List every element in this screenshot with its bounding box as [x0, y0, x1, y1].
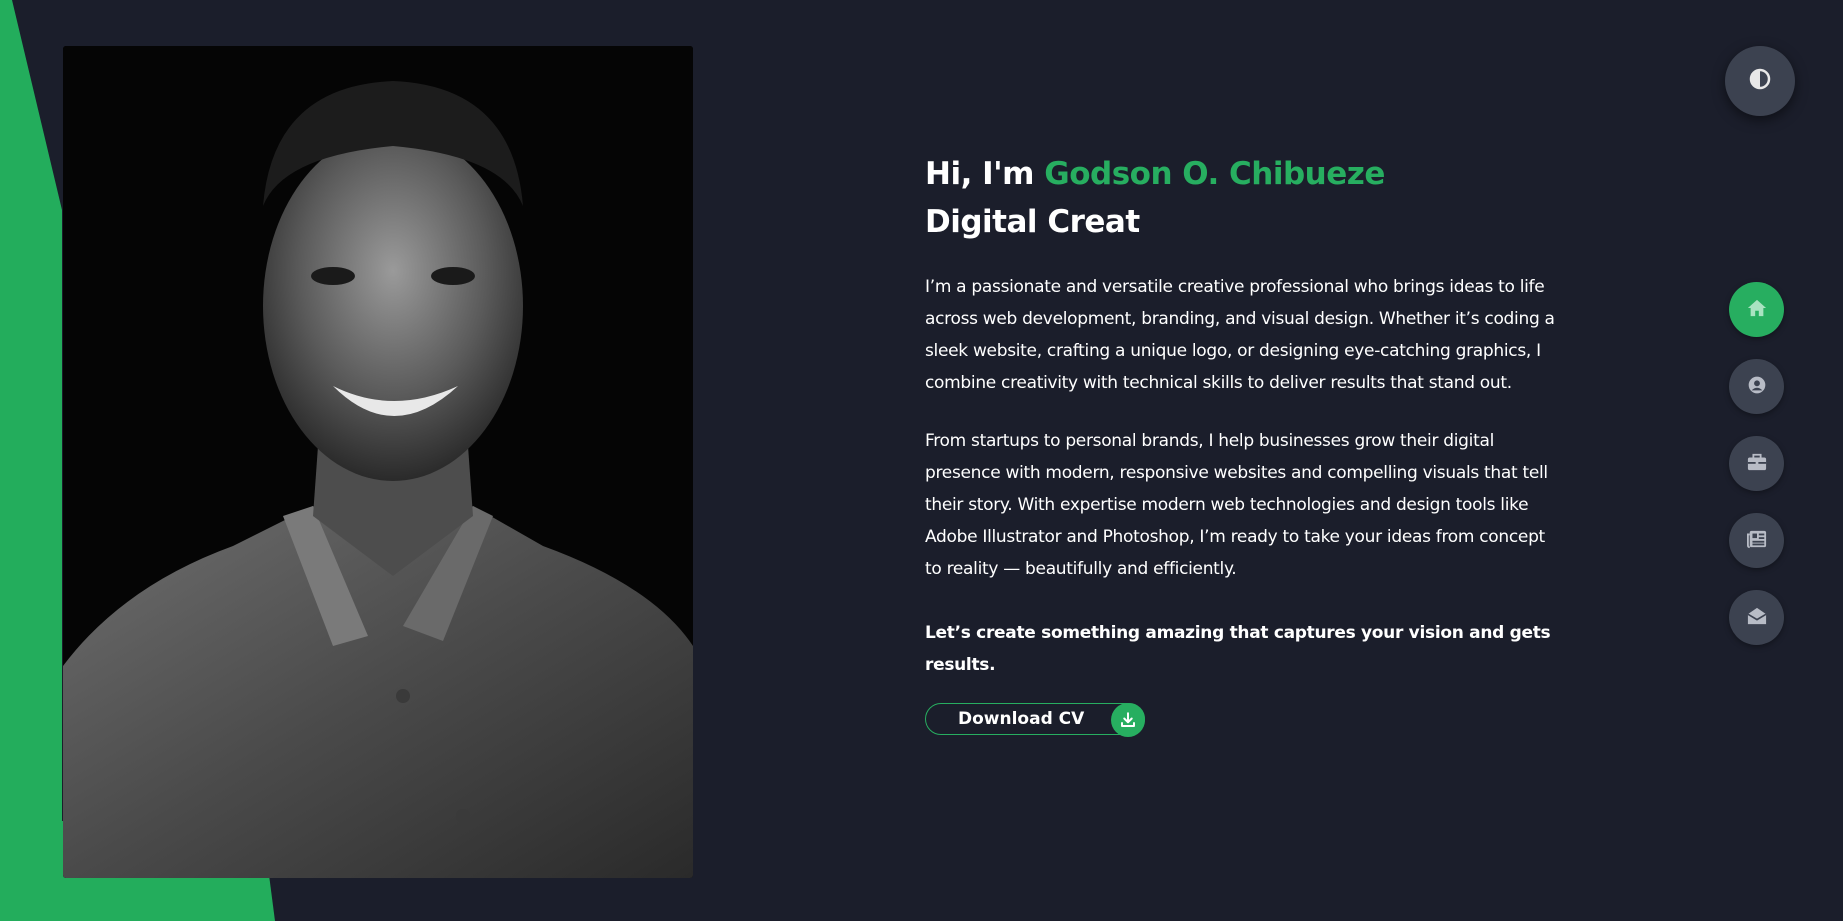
role-text: Digital Creat [925, 204, 1140, 240]
hero-content: Hi, I'm Godson O. Chibueze Digital Creat… [925, 150, 1565, 737]
greeting-text: Hi, I'm [925, 156, 1045, 192]
download-cv-button[interactable]: Download CV [925, 703, 1145, 737]
download-icon [1111, 703, 1145, 737]
user-icon [1747, 375, 1767, 399]
nav-item-contact[interactable] [1729, 590, 1784, 645]
nav-item-about[interactable] [1729, 359, 1784, 414]
services-paragraph: From startups to personal brands, I help… [925, 431, 1548, 579]
hero-heading: Hi, I'm Godson O. Chibueze Digital Creat [925, 150, 1565, 246]
tagline-text: Let’s create something amazing that capt… [925, 623, 1551, 675]
contrast-icon [1748, 67, 1772, 95]
newspaper-icon [1746, 529, 1768, 553]
profile-photo [63, 46, 693, 878]
briefcase-icon [1746, 452, 1768, 476]
envelope-open-icon [1746, 606, 1768, 630]
nav-item-portfolio[interactable] [1729, 436, 1784, 491]
side-nav [1729, 282, 1784, 667]
nav-item-blog[interactable] [1729, 513, 1784, 568]
home-icon [1746, 298, 1768, 322]
heading-line-1: Hi, I'm Godson O. Chibueze [925, 150, 1565, 198]
intro-paragraph: I’m a passionate and versatile creative … [925, 277, 1555, 393]
download-cv-label: Download CV [958, 709, 1085, 729]
theme-toggle-button[interactable] [1725, 46, 1795, 116]
nav-item-home[interactable] [1729, 282, 1784, 337]
person-name: Godson O. Chibueze [1044, 156, 1385, 192]
